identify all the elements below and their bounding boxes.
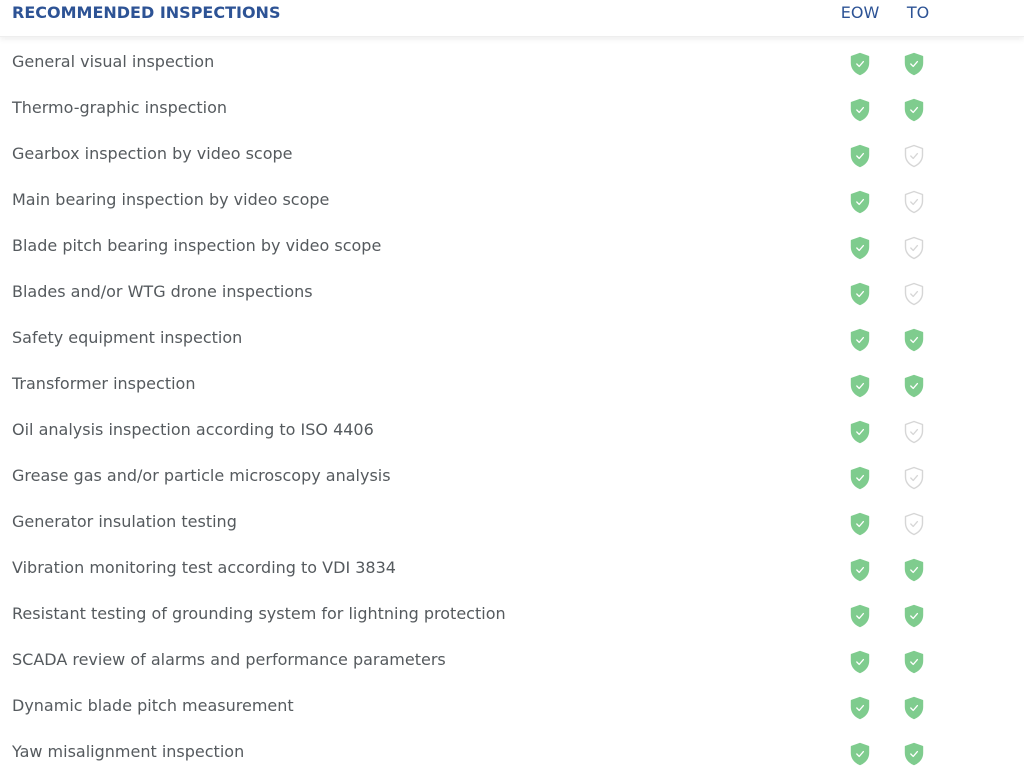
inspection-label: Safety equipment inspection: [12, 328, 243, 347]
table-row: Resistant testing of grounding system fo…: [0, 591, 1024, 637]
to-shield-check-outline-icon: [903, 420, 925, 444]
inspections-table: RECOMMENDED INSPECTIONS EOW TO General v…: [0, 0, 1024, 776]
eow-shield-check-icon: [849, 282, 871, 306]
inspection-label: Transformer inspection: [12, 374, 196, 393]
to-shield-check-icon: [903, 328, 925, 352]
eow-shield-check-icon: [849, 144, 871, 168]
table-row: Transformer inspection: [0, 361, 1024, 407]
table-row: Blades and/or WTG drone inspections: [0, 269, 1024, 315]
to-shield-check-icon: [903, 98, 925, 122]
table-row: Thermo-graphic inspection: [0, 85, 1024, 131]
to-shield-check-icon: [903, 604, 925, 628]
table-row: Safety equipment inspection: [0, 315, 1024, 361]
to-shield-check-outline-icon: [903, 144, 925, 168]
eow-shield-check-icon: [849, 604, 871, 628]
column-header-to: TO: [906, 3, 930, 22]
inspection-rows: General visual inspection Thermo-graphic …: [0, 39, 1024, 775]
to-shield-check-outline-icon: [903, 512, 925, 536]
to-shield-check-icon: [903, 374, 925, 398]
table-title: RECOMMENDED INSPECTIONS: [12, 3, 281, 22]
table-row: Vibration monitoring test according to V…: [0, 545, 1024, 591]
eow-shield-check-icon: [849, 98, 871, 122]
inspection-label: Grease gas and/or particle microscopy an…: [12, 466, 391, 485]
eow-shield-check-icon: [849, 742, 871, 766]
table-row: Dynamic blade pitch measurement: [0, 683, 1024, 729]
table-row: Yaw misalignment inspection: [0, 729, 1024, 775]
table-row: Gearbox inspection by video scope: [0, 131, 1024, 177]
to-shield-check-outline-icon: [903, 190, 925, 214]
eow-shield-check-icon: [849, 52, 871, 76]
eow-shield-check-icon: [849, 558, 871, 582]
inspection-label: Blade pitch bearing inspection by video …: [12, 236, 382, 255]
eow-shield-check-icon: [849, 512, 871, 536]
table-row: General visual inspection: [0, 39, 1024, 85]
inspection-label: Oil analysis inspection according to ISO…: [12, 420, 374, 439]
inspection-label: Yaw misalignment inspection: [12, 742, 245, 761]
column-header-eow: EOW: [840, 3, 880, 22]
inspection-label: Generator insulation testing: [12, 512, 237, 531]
to-shield-check-icon: [903, 696, 925, 720]
inspection-label: SCADA review of alarms and performance p…: [12, 650, 446, 669]
to-shield-check-outline-icon: [903, 236, 925, 260]
eow-shield-check-icon: [849, 190, 871, 214]
table-row: Blade pitch bearing inspection by video …: [0, 223, 1024, 269]
inspection-label: Dynamic blade pitch measurement: [12, 696, 294, 715]
eow-shield-check-icon: [849, 328, 871, 352]
to-shield-check-outline-icon: [903, 282, 925, 306]
to-shield-check-icon: [903, 650, 925, 674]
inspection-label: Blades and/or WTG drone inspections: [12, 282, 313, 301]
table-row: Main bearing inspection by video scope: [0, 177, 1024, 223]
eow-shield-check-icon: [849, 696, 871, 720]
inspection-label: Vibration monitoring test according to V…: [12, 558, 396, 577]
inspection-label: Gearbox inspection by video scope: [12, 144, 293, 163]
to-shield-check-icon: [903, 742, 925, 766]
eow-shield-check-icon: [849, 420, 871, 444]
eow-shield-check-icon: [849, 374, 871, 398]
eow-shield-check-icon: [849, 466, 871, 490]
table-header: RECOMMENDED INSPECTIONS EOW TO: [0, 0, 1024, 37]
inspection-label: Main bearing inspection by video scope: [12, 190, 330, 209]
eow-shield-check-icon: [849, 650, 871, 674]
inspection-label: Resistant testing of grounding system fo…: [12, 604, 506, 623]
inspection-label: Thermo-graphic inspection: [12, 98, 228, 117]
eow-shield-check-icon: [849, 236, 871, 260]
table-row: Grease gas and/or particle microscopy an…: [0, 453, 1024, 499]
table-row: Oil analysis inspection according to ISO…: [0, 407, 1024, 453]
to-shield-check-icon: [903, 558, 925, 582]
to-shield-check-icon: [903, 52, 925, 76]
inspection-label: General visual inspection: [12, 52, 215, 71]
to-shield-check-outline-icon: [903, 466, 925, 490]
table-row: SCADA review of alarms and performance p…: [0, 637, 1024, 683]
table-row: Generator insulation testing: [0, 499, 1024, 545]
